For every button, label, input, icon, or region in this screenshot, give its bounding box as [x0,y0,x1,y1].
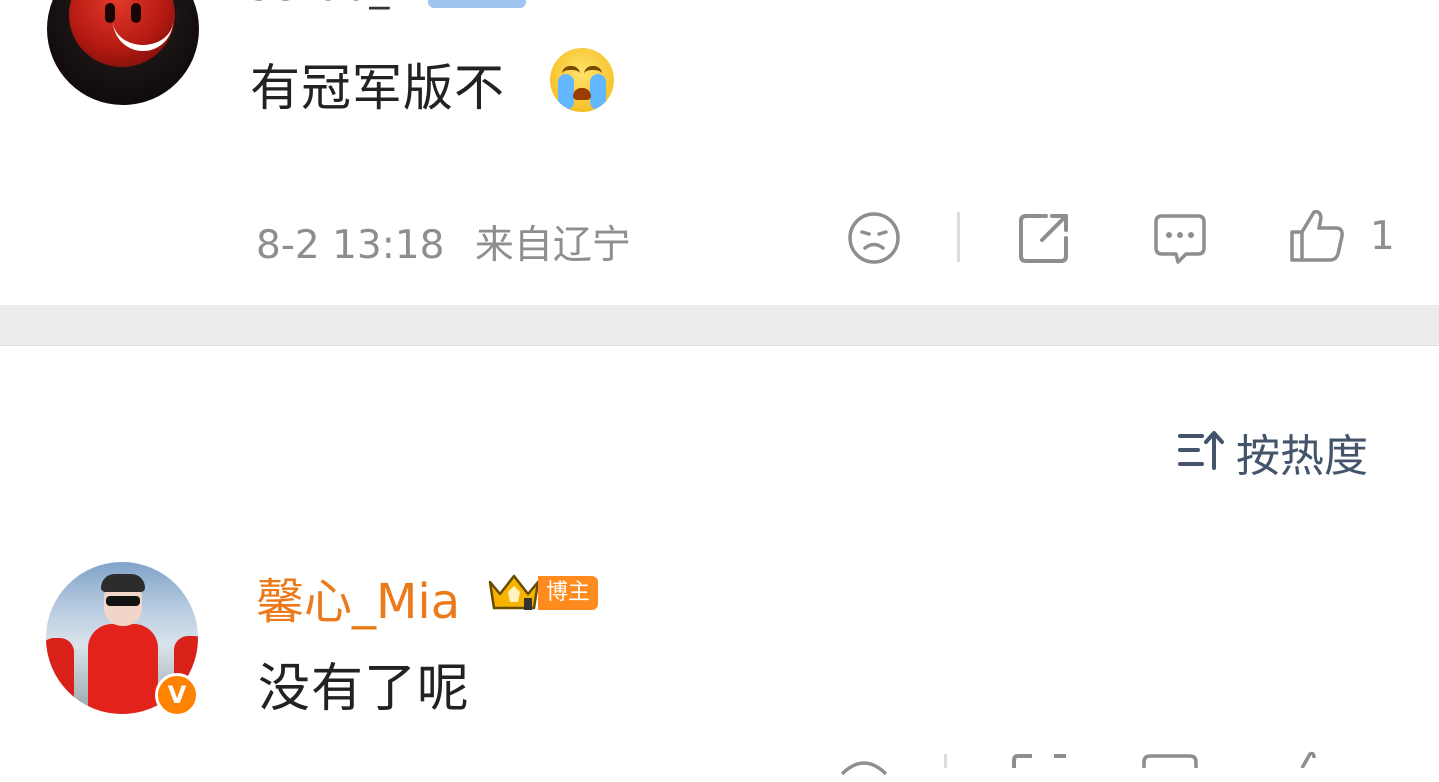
dislike-icon[interactable] [846,210,902,266]
comment-icon[interactable] [1140,754,1200,768]
comment-icon[interactable] [1152,210,1208,266]
avatar-figure-left [46,638,74,714]
avatar-sunglasses [106,596,140,606]
comment-text: 没有了呢 [258,659,471,719]
location: 来自辽宁 [474,223,631,268]
like-count: 1 [1370,214,1395,259]
crown-icon [488,572,540,612]
emoji-mouth [573,88,591,100]
user-badge [428,0,526,8]
avatar[interactable] [47,0,199,105]
comment-meta: 8-2 13:18 来自辽宁 [256,214,631,270]
like-icon[interactable] [1288,206,1346,264]
sort-label: 按热度 [1236,431,1368,482]
action-divider [944,754,947,768]
share-icon[interactable] [1016,210,1072,266]
blogger-badge: 博主 [538,576,598,610]
dislike-icon[interactable] [836,756,892,776]
avatar-hair [101,574,145,592]
comment-meta-partial [474,752,644,782]
avatar-smile [113,1,173,51]
timestamp: 8-2 13:18 [256,223,445,268]
crying-face-emoji [550,48,614,112]
avatar-face [69,0,175,67]
sort-toggle[interactable]: 按热度 [1178,424,1368,482]
verified-badge-icon: V [155,673,199,717]
sort-icon [1178,428,1226,476]
comment-text: 有冠军版不 [250,59,505,117]
like-icon[interactable] [1288,750,1318,768]
section-separator [0,305,1439,346]
avatar-figure-center [88,624,158,714]
emoji-tear-right [590,74,606,110]
emoji-tear-left [558,74,574,110]
action-divider [957,212,960,262]
username[interactable]: 馨心_Mia [256,562,460,632]
share-icon[interactable] [1010,754,1070,768]
username[interactable]: 53rao_ [248,0,390,10]
